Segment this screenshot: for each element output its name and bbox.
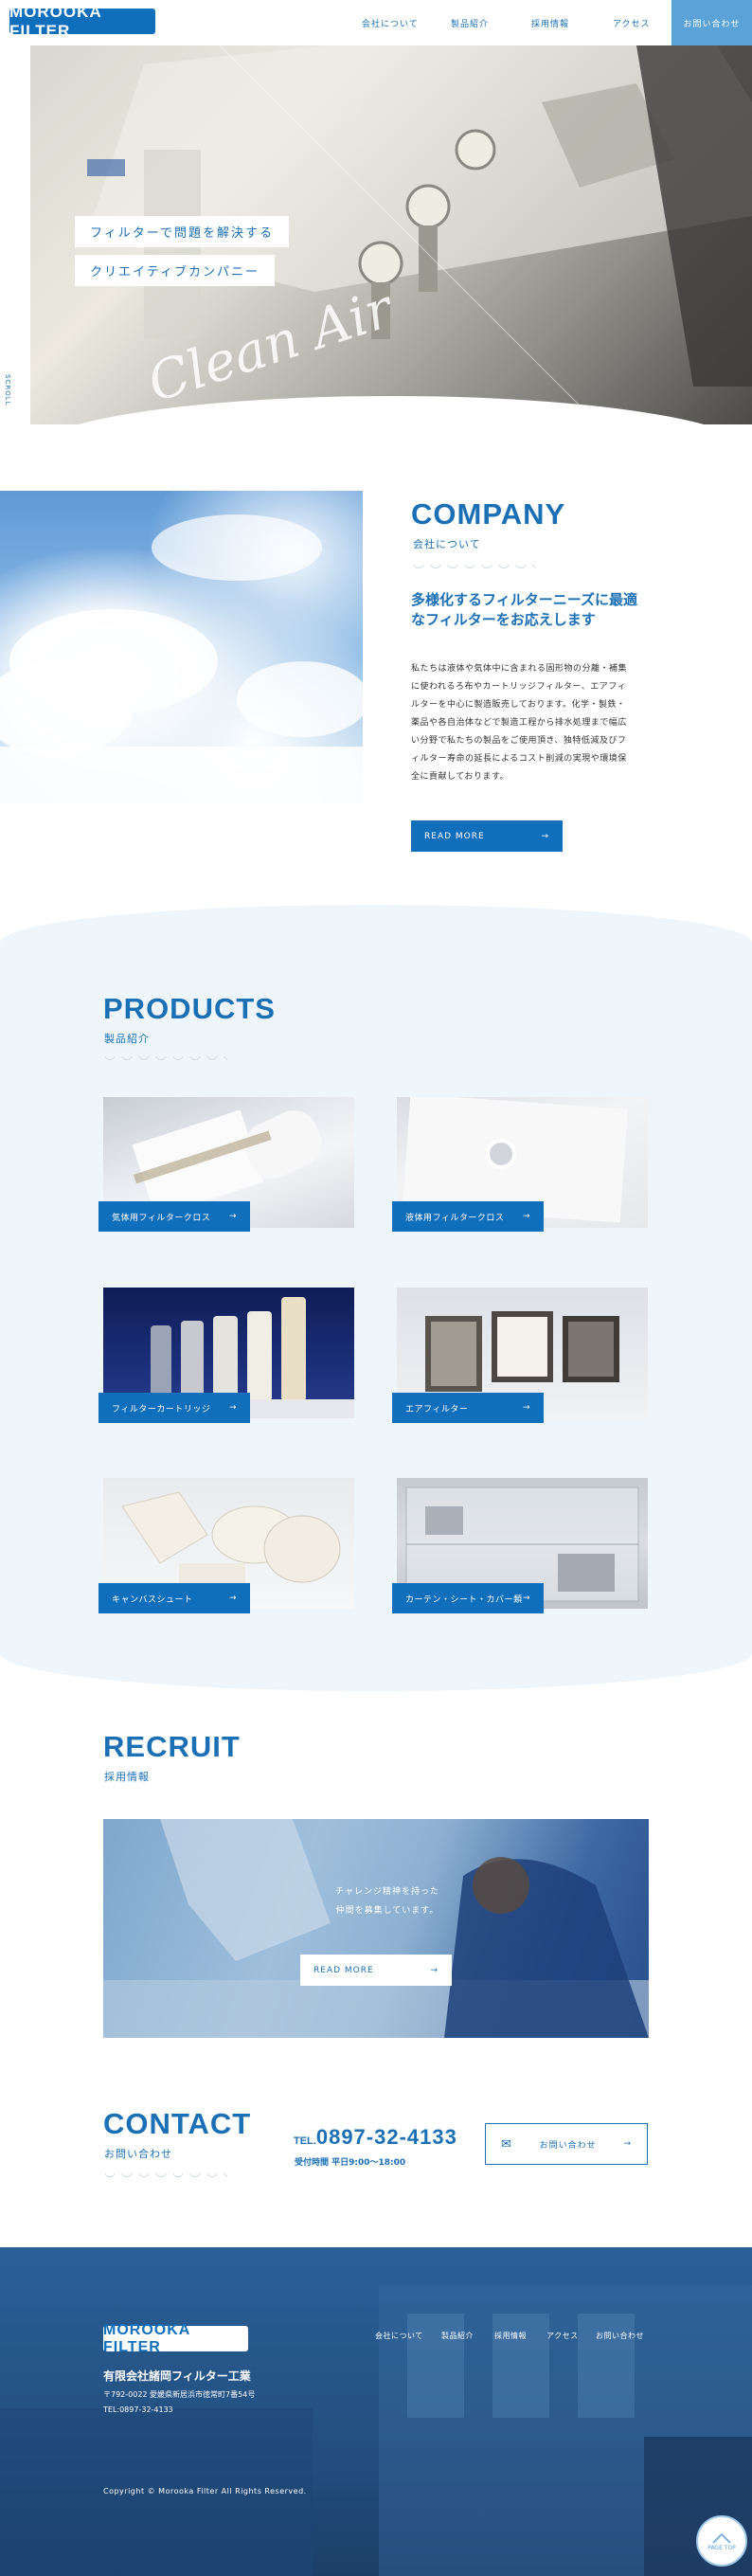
footer-nav-company[interactable]: 会社について bbox=[375, 2331, 423, 2341]
product-label: 気体用フィルタークロス bbox=[112, 1213, 211, 1223]
recruit-read-more-button[interactable]: READ MORE → bbox=[300, 1955, 452, 1986]
tel-number: 0897-32-4133 bbox=[315, 2125, 457, 2149]
footer-logo[interactable]: MOROOKA FILTER bbox=[103, 2322, 248, 2355]
arrow-right-icon: → bbox=[228, 1594, 237, 1603]
products-subtitle: 製品紹介 bbox=[104, 1033, 150, 1045]
chevron-up-icon bbox=[712, 2532, 731, 2544]
mail-icon: ✉ bbox=[501, 2136, 512, 2152]
product-link-canvas-chute[interactable]: キャンバスシュート → bbox=[98, 1583, 250, 1613]
product-label: エアフィルター bbox=[405, 1404, 469, 1414]
company-catch: 多様化するフィルターニーズに最適なフィルターをお応えします bbox=[411, 591, 637, 628]
footer-nav-contact[interactable]: お問い合わせ bbox=[596, 2331, 644, 2341]
recruit-image[interactable]: チャレンジ精神を持った 仲間を募集しています。 READ MORE → bbox=[103, 1819, 649, 2038]
arrow-right-icon: → bbox=[228, 1403, 237, 1413]
recruit-title: RECRUIT bbox=[103, 1730, 241, 1763]
hero-headline-1: フィルターで問題を解決する bbox=[75, 216, 289, 247]
header-contact-button[interactable]: お問い合わせ bbox=[671, 0, 752, 45]
recruit-message-1: チャレンジ精神を持った bbox=[335, 1887, 439, 1897]
button-label: READ MORE bbox=[424, 831, 485, 841]
recruit-message-2: 仲間を募集しています。 bbox=[335, 1906, 439, 1916]
arrow-right-icon: → bbox=[623, 2139, 632, 2149]
contact-button[interactable]: ✉ お問い合わせ → bbox=[485, 2123, 648, 2165]
recruit-subtitle: 採用情報 bbox=[104, 1771, 150, 1783]
button-label: お問い合わせ bbox=[539, 2140, 597, 2151]
contact-title: CONTACT bbox=[103, 2107, 252, 2140]
scroll-indicator[interactable]: SCROLL bbox=[4, 374, 11, 406]
product-link-gas-cloth[interactable]: 気体用フィルタークロス → bbox=[98, 1201, 250, 1232]
copyright: Copyright © Morooka Filter All Rights Re… bbox=[103, 2487, 307, 2495]
nav-item-company[interactable]: 会社について bbox=[362, 0, 419, 45]
arrow-right-icon: → bbox=[228, 1212, 237, 1221]
company-title: COMPANY bbox=[411, 497, 566, 531]
arrow-right-icon: → bbox=[522, 1212, 530, 1221]
site-logo[interactable]: MOROOKA FILTER bbox=[9, 3, 155, 40]
product-label: フィルターカートリッジ bbox=[112, 1404, 211, 1414]
footer-company-name: 有限会社諸岡フィルター工業 bbox=[103, 2369, 251, 2383]
worker-illustration bbox=[103, 1819, 649, 2038]
contact-phone[interactable]: TEL. 0897-32-4133 bbox=[294, 2125, 457, 2150]
product-link-liquid-cloth[interactable]: 液体用フィルタークロス → bbox=[392, 1201, 544, 1232]
wave-divider bbox=[413, 565, 536, 570]
product-label: カーテン・シート・カバー類 bbox=[405, 1594, 523, 1605]
wave-divider bbox=[104, 2173, 227, 2179]
company-sky-image bbox=[0, 491, 363, 803]
hero-headline-2: クリエイティブカンパニー bbox=[75, 255, 275, 286]
tel-prefix: TEL. bbox=[294, 2135, 316, 2147]
button-label: READ MORE bbox=[313, 1965, 374, 1975]
nav-item-recruit[interactable]: 採用情報 bbox=[531, 0, 569, 45]
footer-address: 〒792-0022 愛媛県新居浜市徳常町7番54号 bbox=[103, 2390, 256, 2399]
footer-nav-products[interactable]: 製品紹介 bbox=[441, 2331, 474, 2341]
products-title: PRODUCTS bbox=[103, 992, 276, 1025]
footer-tel: TEL:0897-32-4133 bbox=[103, 2405, 173, 2414]
company-read-more-button[interactable]: READ MORE → bbox=[411, 820, 563, 852]
nav-item-access[interactable]: アクセス bbox=[613, 0, 651, 45]
arrow-right-icon: → bbox=[522, 1594, 530, 1603]
product-link-air-filter[interactable]: エアフィルター → bbox=[392, 1393, 544, 1423]
arrow-right-icon: → bbox=[430, 1965, 439, 1975]
nav-item-products[interactable]: 製品紹介 bbox=[451, 0, 489, 45]
company-subtitle: 会社について bbox=[413, 538, 481, 550]
cloud-shapes bbox=[0, 514, 363, 803]
page-top-label: PAGE TOP bbox=[707, 2544, 736, 2551]
page-top-button[interactable]: PAGE TOP bbox=[696, 2515, 747, 2567]
wave-divider bbox=[104, 1056, 227, 1062]
contact-subtitle: お問い合わせ bbox=[104, 2148, 172, 2160]
product-label: 液体用フィルタークロス bbox=[405, 1213, 505, 1223]
contact-hours: 受付時間 平日9:00〜18:00 bbox=[295, 2158, 406, 2168]
product-link-cartridge[interactable]: フィルターカートリッジ → bbox=[98, 1393, 250, 1423]
footer-nav-recruit[interactable]: 採用情報 bbox=[494, 2331, 527, 2341]
footer-nav-access[interactable]: アクセス bbox=[546, 2331, 579, 2341]
arrow-right-icon: → bbox=[541, 831, 549, 841]
product-label: キャンバスシュート bbox=[112, 1594, 193, 1605]
product-link-curtain[interactable]: カーテン・シート・カバー類 → bbox=[392, 1583, 544, 1613]
arrow-right-icon: → bbox=[522, 1403, 530, 1413]
company-body: 私たちは液体や気体中に含まれる固形物の分離・補集に使われるろ布やカートリッジフィ… bbox=[411, 664, 628, 782]
